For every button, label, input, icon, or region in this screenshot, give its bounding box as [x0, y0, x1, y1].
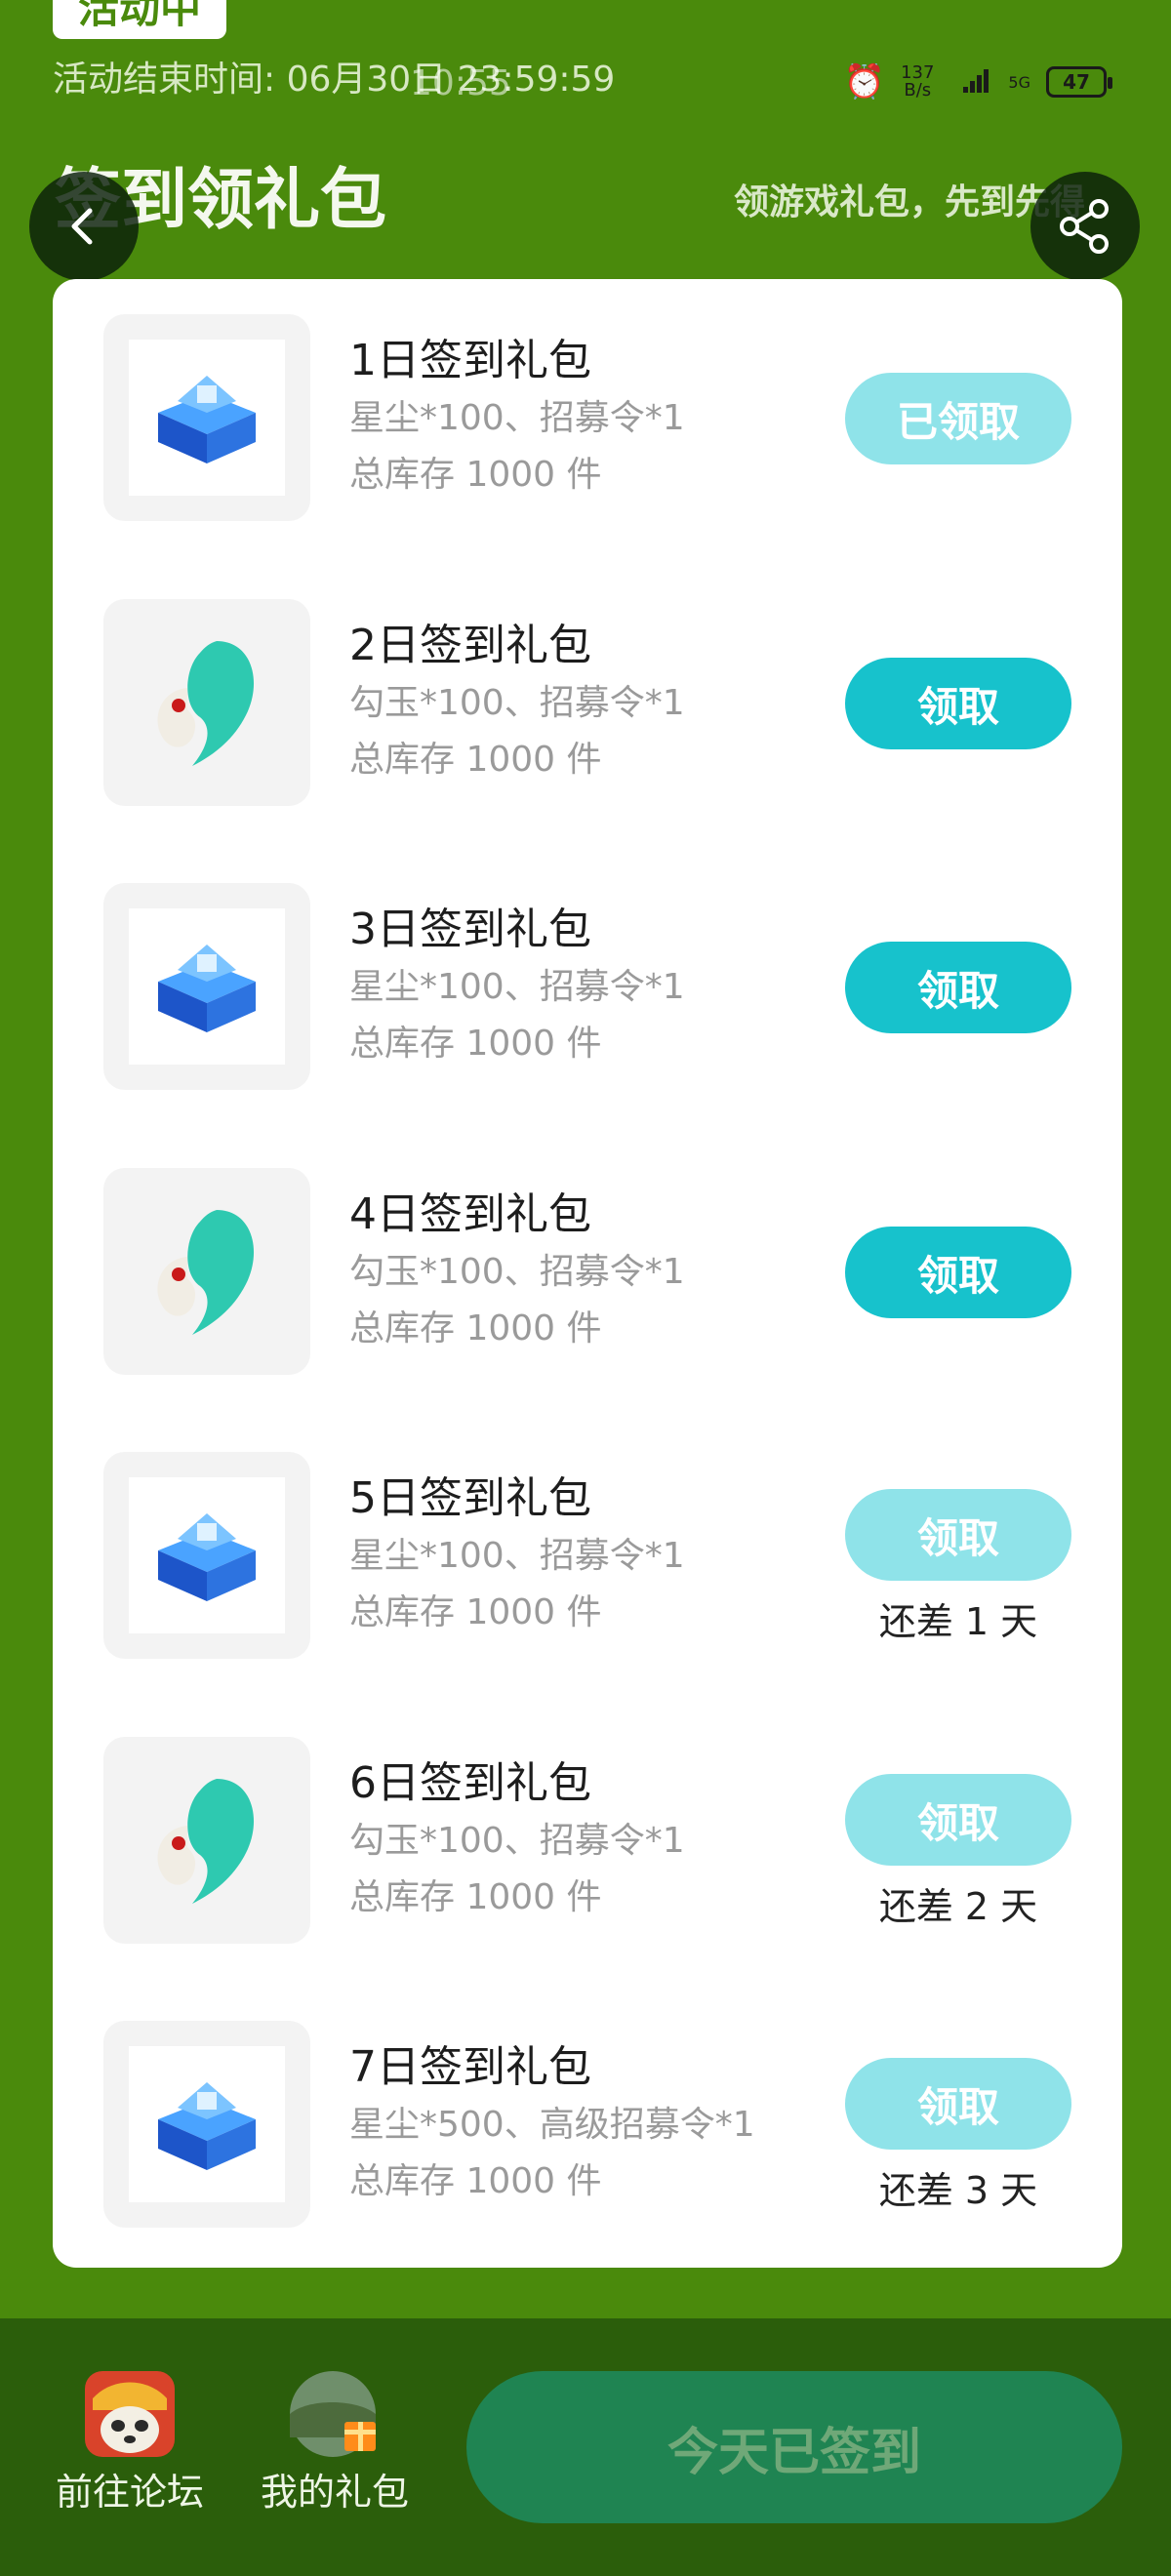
signal-icon [949, 65, 992, 100]
battery-icon: 47 [1046, 66, 1112, 98]
gift-thumbnail [103, 599, 310, 806]
gift-stock: 总库存 1000 件 [349, 1308, 602, 1348]
gift-stock: 总库存 1000 件 [349, 1877, 602, 1917]
forum-label: 前往论坛 [55, 2471, 204, 2514]
gift-thumbnail [103, 883, 310, 1090]
days-remaining: 还差 2 天 [878, 1885, 1038, 1928]
blue-treasure-chest-icon [129, 340, 285, 496]
bottom-bar: 前往论坛 我的礼包 今天已签到 [0, 2318, 1171, 2576]
my-gifts-label: 我的礼包 [260, 2471, 409, 2514]
game-avatar-icon [83, 2369, 177, 2459]
claimed-button[interactable]: 已领取 [845, 373, 1071, 464]
gift-stock: 总库存 1000 件 [349, 2161, 602, 2201]
network-type: 5G [1008, 72, 1030, 92]
blue-treasure-chest-icon [129, 1477, 285, 1633]
back-arrow-icon [71, 208, 93, 245]
gift-stock: 总库存 1000 件 [349, 1024, 602, 1064]
gift-desc: 星尘*100、招募令*1 [349, 398, 685, 438]
gift-desc: 勾玉*100、招募令*1 [349, 1252, 685, 1292]
forum-link[interactable]: 前往论坛 [37, 2369, 222, 2516]
gift-box-icon [288, 2369, 382, 2459]
jade-magatama-icon [129, 624, 285, 781]
gift-list-card: 1日签到礼包 星尘*100、招募令*1 总库存 1000 件 已领取 2日签到礼… [53, 279, 1122, 2268]
gift-thumbnail [103, 1452, 310, 1659]
gift-name: 6日签到礼包 [349, 1758, 591, 1808]
blue-treasure-chest-icon [129, 908, 285, 1065]
alarm-icon: ⏰ [843, 62, 886, 101]
gift-thumbnail [103, 1168, 310, 1375]
gift-thumbnail [103, 314, 310, 521]
status-bar-icons: ⏰ 137 B/s 5G 47 [843, 62, 1112, 101]
claim-button[interactable]: 领取 [845, 658, 1071, 749]
days-remaining: 还差 3 天 [878, 2169, 1038, 2212]
gift-desc: 勾玉*100、招募令*1 [349, 1821, 685, 1861]
claim-button[interactable]: 领取 [845, 942, 1071, 1033]
status-bar-clock: 10:55 [410, 63, 511, 103]
claim-button-locked[interactable]: 领取 [845, 1774, 1071, 1866]
gift-name: 1日签到礼包 [349, 336, 591, 385]
gift-thumbnail [103, 1737, 310, 1944]
network-speed: 137 B/s [901, 62, 935, 101]
claim-button-locked[interactable]: 领取 [845, 1489, 1071, 1581]
gift-row: 1日签到礼包 星尘*100、招募令*1 总库存 1000 件 已领取 [53, 279, 1122, 521]
gift-row: 5日签到礼包 星尘*100、招募令*1 总库存 1000 件 领取 还差 1 天 [53, 1417, 1122, 1659]
gift-desc: 星尘*500、高级招募令*1 [349, 2105, 755, 2145]
gift-stock: 总库存 1000 件 [349, 1592, 602, 1632]
gift-desc: 星尘*100、招募令*1 [349, 967, 685, 1007]
gift-name: 4日签到礼包 [349, 1189, 591, 1239]
back-button[interactable] [29, 172, 139, 281]
days-remaining: 还差 1 天 [878, 1600, 1038, 1643]
gift-row: 4日签到礼包 勾玉*100、招募令*1 总库存 1000 件 领取 [53, 1133, 1122, 1375]
blue-treasure-chest-icon [129, 2046, 285, 2202]
jade-magatama-icon [129, 1193, 285, 1349]
share-icon [1060, 199, 1109, 254]
signed-in-today-button[interactable]: 今天已签到 [466, 2371, 1122, 2523]
activity-end-time: 活动结束时间: 06月30日 23:59:59 [53, 60, 616, 100]
gift-row: 3日签到礼包 星尘*100、招募令*1 总库存 1000 件 领取 [53, 848, 1122, 1090]
gift-row: 7日签到礼包 星尘*500、高级招募令*1 总库存 1000 件 领取 还差 3… [53, 1986, 1122, 2228]
claim-button[interactable]: 领取 [845, 1227, 1071, 1318]
gift-row: 6日签到礼包 勾玉*100、招募令*1 总库存 1000 件 领取 还差 2 天 [53, 1702, 1122, 1944]
my-gifts-link[interactable]: 我的礼包 [242, 2369, 427, 2516]
share-button[interactable] [1030, 172, 1140, 281]
gift-name: 5日签到礼包 [349, 1473, 591, 1523]
gift-name: 3日签到礼包 [349, 905, 591, 954]
gift-row: 2日签到礼包 勾玉*100、招募令*1 总库存 1000 件 领取 [53, 564, 1122, 806]
status-badge: 活动中 [53, 0, 227, 39]
gift-name: 2日签到礼包 [349, 621, 591, 670]
gift-desc: 勾玉*100、招募令*1 [349, 683, 685, 723]
gift-name: 7日签到礼包 [349, 2042, 591, 2092]
gift-stock: 总库存 1000 件 [349, 740, 602, 780]
jade-magatama-icon [129, 1762, 285, 1918]
gift-stock: 总库存 1000 件 [349, 455, 602, 495]
gift-thumbnail [103, 2021, 310, 2228]
gift-desc: 星尘*100、招募令*1 [349, 1536, 685, 1576]
claim-button-locked[interactable]: 领取 [845, 2058, 1071, 2150]
